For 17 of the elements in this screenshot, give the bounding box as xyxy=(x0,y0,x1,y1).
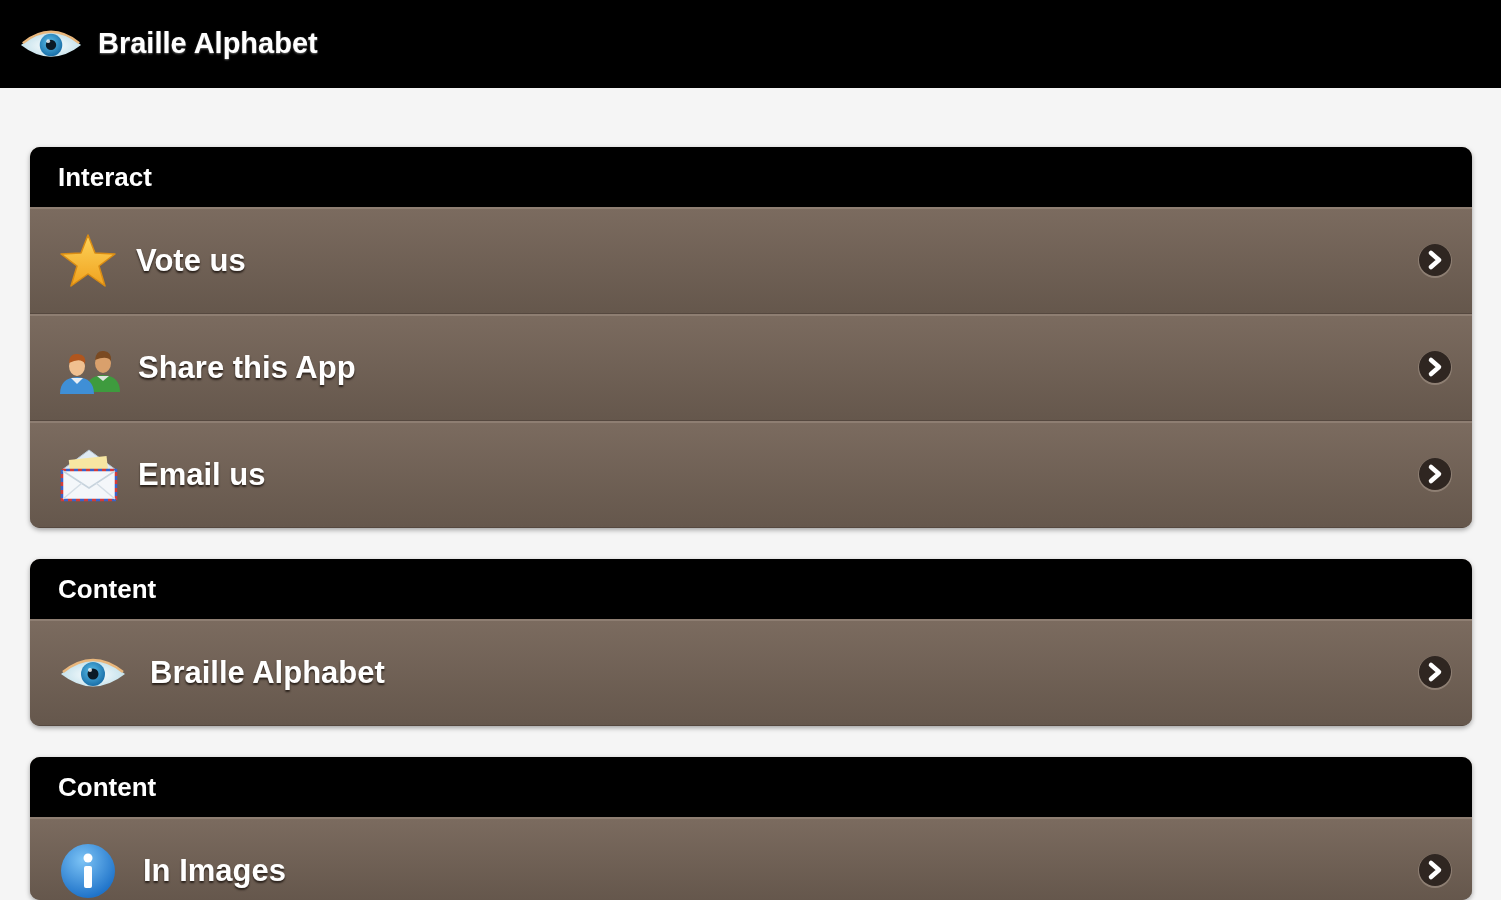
info-icon xyxy=(60,843,116,899)
list-item[interactable]: Share this App xyxy=(30,314,1472,421)
chevron-right-icon xyxy=(1417,243,1453,279)
chevron-right-icon xyxy=(1417,457,1453,493)
list-item[interactable]: Email us xyxy=(30,421,1472,528)
chevron-right-icon xyxy=(1417,853,1453,889)
section-header: Content xyxy=(30,757,1472,817)
chevron-right-icon xyxy=(1417,350,1453,386)
star-icon xyxy=(60,234,116,288)
list-item[interactable]: Braille Alphabet xyxy=(30,619,1472,726)
section-header: Content xyxy=(30,559,1472,619)
section-header: Interact xyxy=(30,147,1472,207)
list-item[interactable]: Vote us xyxy=(30,207,1472,314)
envelope-icon xyxy=(60,448,118,502)
chevron-right-icon xyxy=(1417,655,1453,691)
app-title: Braille Alphabet xyxy=(98,26,318,62)
list-item[interactable]: In Images xyxy=(30,817,1472,900)
